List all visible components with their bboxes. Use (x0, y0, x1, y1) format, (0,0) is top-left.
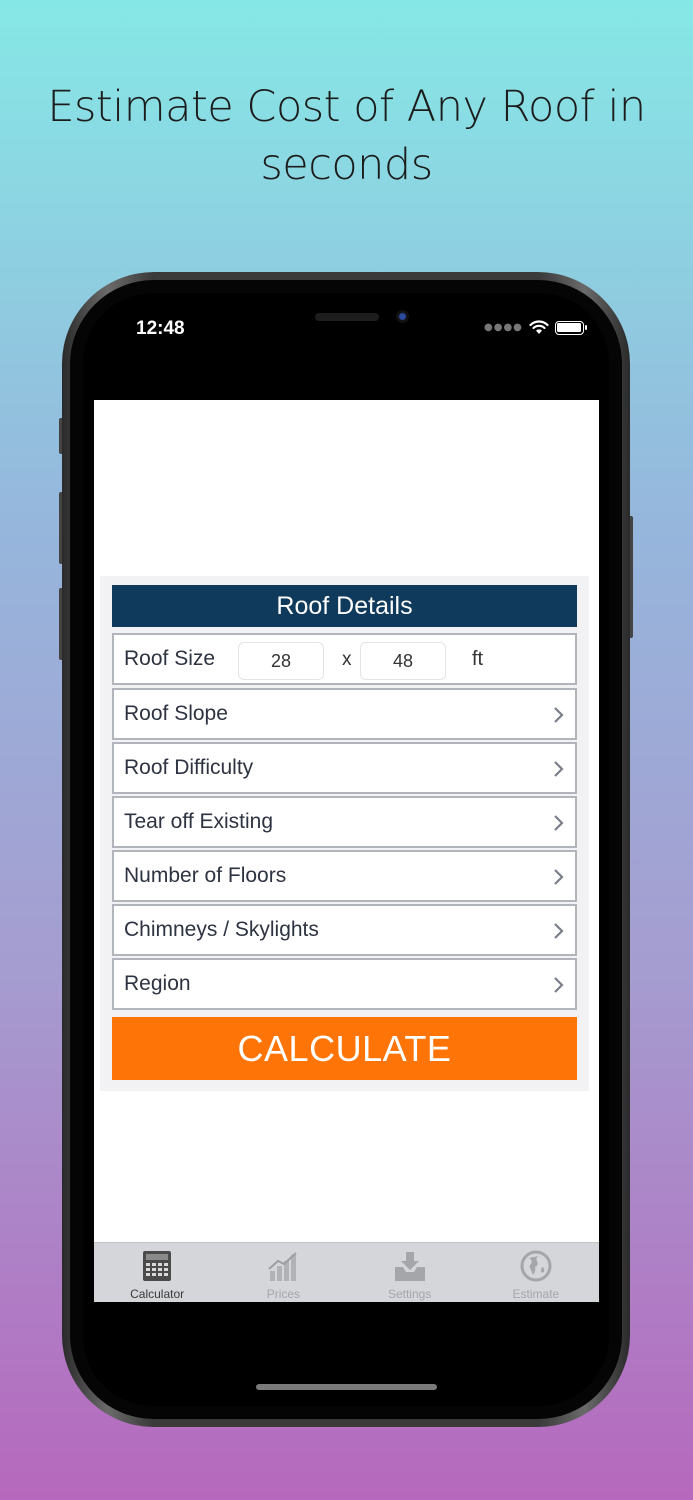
size-separator: x (342, 649, 352, 670)
headline: Estimate Cost of Any Roof in seconds (0, 78, 693, 194)
tear-off-existing-label: Tear off Existing (124, 810, 274, 833)
signal-dots-icon: ●●●● (484, 322, 523, 333)
roof-size-label: Roof Size (124, 647, 216, 670)
calculator-icon (143, 1251, 171, 1281)
tab-calculator-label: Calculator (130, 1287, 185, 1301)
number-of-floors-row[interactable]: Number of Floors (112, 850, 577, 902)
chevron-right-icon (554, 869, 564, 885)
region-row[interactable]: Region (112, 958, 577, 1010)
roof-difficulty-label: Roof Difficulty (124, 756, 254, 779)
chevron-right-icon (554, 761, 564, 777)
chevron-right-icon (554, 707, 564, 723)
panel-title: Roof Details (112, 585, 577, 627)
tab-estimate-label: Estimate (512, 1287, 560, 1301)
tab-calculator[interactable]: Calculator (94, 1243, 220, 1302)
chevron-right-icon (554, 923, 564, 939)
tab-settings-label: Settings (387, 1287, 432, 1301)
speaker-grille (315, 313, 379, 321)
globe-icon (520, 1250, 552, 1282)
roof-difficulty-row[interactable]: Roof Difficulty (112, 742, 577, 794)
tear-off-existing-row[interactable]: Tear off Existing (112, 796, 577, 848)
chart-icon (268, 1252, 297, 1281)
headline-line-1: Estimate Cost of Any Roof in (47, 82, 646, 132)
tab-bar: Calculator Prices Settings Estimate (94, 1242, 599, 1302)
wifi-icon (529, 320, 549, 334)
chimneys-skylights-label: Chimneys / Skylights (124, 918, 319, 941)
tab-settings[interactable]: Settings (347, 1243, 473, 1302)
battery-icon (554, 320, 587, 335)
home-indicator[interactable] (256, 1384, 437, 1390)
roof-length-input[interactable] (360, 642, 446, 680)
front-camera-icon (396, 310, 409, 323)
region-label: Region (124, 972, 191, 995)
roof-width-input[interactable] (238, 642, 324, 680)
tab-prices[interactable]: Prices (220, 1243, 346, 1302)
headline-line-2: seconds (260, 140, 433, 190)
chevron-right-icon (554, 815, 564, 831)
app-screen: Roof Details Roof Size x ft Roof Slope R… (94, 400, 599, 1302)
chevron-right-icon (554, 977, 564, 993)
roof-slope-row[interactable]: Roof Slope (112, 688, 577, 740)
status-time: 12:48 (136, 318, 185, 339)
tab-estimate[interactable]: Estimate (473, 1243, 599, 1302)
chimneys-skylights-row[interactable]: Chimneys / Skylights (112, 904, 577, 956)
roof-slope-label: Roof Slope (124, 702, 228, 725)
calculate-button[interactable]: CALCULATE (112, 1017, 577, 1080)
size-unit: ft (472, 648, 484, 670)
roof-size-row: Roof Size x ft (112, 633, 577, 685)
roof-details-panel: Roof Details Roof Size x ft Roof Slope R… (100, 576, 589, 1091)
inbox-icon (394, 1252, 425, 1281)
status-icons: ●●●● (484, 320, 587, 335)
tab-prices-label: Prices (266, 1287, 301, 1301)
number-of-floors-label: Number of Floors (124, 864, 287, 887)
